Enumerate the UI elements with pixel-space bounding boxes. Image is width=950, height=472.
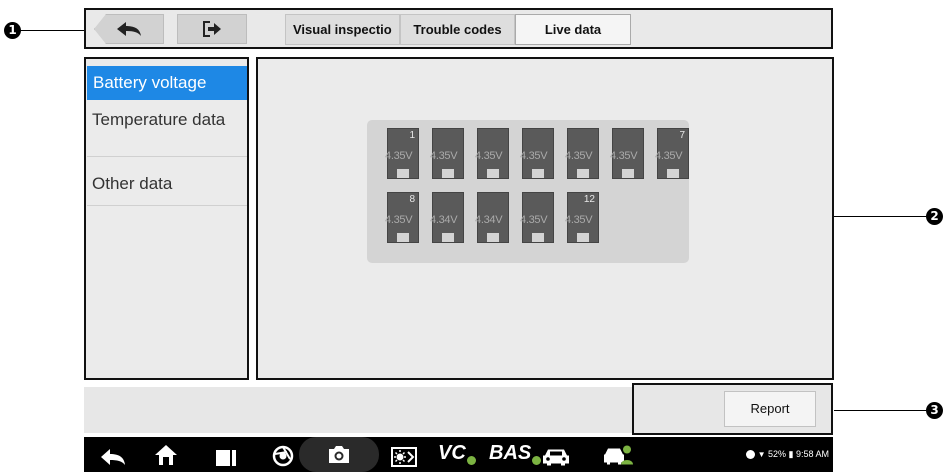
bluetooth-status-icon [746, 450, 756, 460]
battery-cell-grid: 1 4.35V 4.35V 4.35V 4.35V 4.35V 4.35V 7 4.… [367, 120, 689, 263]
cell-notch [577, 233, 589, 242]
sidebar-item-battery-voltage[interactable]: Battery voltage [87, 66, 247, 100]
cell-voltage: 4.35V [430, 150, 458, 162]
recents-icon[interactable] [215, 446, 237, 470]
sidebar-divider [87, 156, 247, 157]
cell-notch [487, 169, 499, 178]
cell-voltage: 4.35V [475, 150, 503, 162]
bas-label: BAS [489, 442, 532, 464]
battery-cell: 4.35V [475, 128, 509, 179]
cell-notch [397, 169, 409, 178]
cell-notch [622, 169, 634, 178]
vci-icon[interactable]: VC [438, 442, 476, 465]
cell-voltage: 4.35V [520, 214, 548, 226]
mechanic-icon[interactable] [603, 443, 633, 467]
back-button[interactable] [94, 14, 164, 44]
brightness-icon[interactable] [391, 445, 417, 469]
cell-voltage: 4.35V [565, 150, 593, 162]
report-button[interactable]: Report [724, 391, 816, 427]
browser-icon[interactable] [272, 444, 294, 468]
cell-voltage: 4.35V [385, 214, 413, 226]
sidebar-divider [87, 205, 247, 206]
cell-notch [442, 233, 454, 242]
tab-trouble-codes[interactable]: Trouble codes [400, 14, 515, 45]
car-icon[interactable] [542, 445, 570, 469]
camera-button[interactable] [299, 437, 379, 472]
home-icon[interactable] [154, 443, 178, 467]
tab-live-data[interactable]: Live data [515, 14, 631, 45]
back-arrow-icon [117, 22, 141, 36]
battery-cell: 4.34V [430, 192, 464, 243]
wifi-icon: ▼ [757, 450, 766, 459]
sidebar-item-temperature-data[interactable]: Temperature data [86, 109, 236, 130]
cell-notch [532, 233, 544, 242]
cell-number: 8 [409, 194, 415, 205]
screen: 1 2 3 Visual inspectio Trouble codes Liv… [0, 0, 950, 472]
sidebar: Battery voltage Temperature data Other d… [84, 57, 249, 380]
battery-cell: 7 4.35V [655, 128, 689, 179]
battery-cell: 12 4.35V [565, 192, 599, 243]
cell-number: 1 [409, 130, 415, 141]
tab-bar: Visual inspectio Trouble codes Live data [285, 14, 631, 45]
battery-cell: 8 4.35V [385, 192, 419, 243]
cell-voltage: 4.35V [655, 150, 683, 162]
status-text: 52% ▮ 9:58 AM [768, 449, 829, 459]
cell-voltage: 4.35V [610, 150, 638, 162]
battery-cell: 4.35V [430, 128, 464, 179]
bluetooth-dot [532, 456, 542, 465]
cell-voltage: 4.35V [385, 150, 413, 162]
cell-notch [532, 169, 544, 178]
battery-cell: 4.35V [520, 192, 554, 243]
callout-3-line [834, 410, 926, 411]
callout-2-line [834, 216, 926, 217]
battery-cell: 4.34V [475, 192, 509, 243]
tab-visual-inspection[interactable]: Visual inspectio [285, 14, 400, 45]
cell-notch [442, 169, 454, 178]
back-icon[interactable] [100, 445, 126, 469]
cell-notch [577, 169, 589, 178]
bas-icon[interactable]: BAS [489, 442, 542, 465]
callout-1: 1 [4, 22, 21, 39]
status-area: ▼ 52% ▮ 9:58 AM [746, 449, 829, 460]
cell-number: 7 [679, 130, 685, 141]
cell-number: 12 [583, 194, 595, 205]
cell-voltage: 4.34V [475, 214, 503, 226]
sidebar-item-other-data[interactable]: Other data [86, 173, 247, 195]
report-area: Report [632, 383, 833, 435]
top-toolbar: Visual inspectio Trouble codes Live data [84, 8, 833, 49]
cell-notch [397, 233, 409, 242]
live-data-panel: 1 4.35V 4.35V 4.35V 4.35V 4.35V 4.35V 7 4.… [256, 57, 834, 380]
camera-icon [329, 446, 349, 463]
callout-3: 3 [926, 402, 943, 419]
cell-voltage: 4.34V [430, 214, 458, 226]
battery-cell: 4.35V [520, 128, 554, 179]
system-navbar: VC BAS ▼ 52% ▮ 9:58 AM [84, 437, 833, 472]
cell-voltage: 4.35V [520, 150, 548, 162]
battery-cell: 4.35V [610, 128, 644, 179]
vci-label: VC [438, 442, 466, 464]
callout-1-line [20, 30, 84, 31]
exit-icon [203, 21, 221, 37]
cell-notch [487, 233, 499, 242]
battery-cell: 4.35V [565, 128, 599, 179]
callout-2: 2 [926, 208, 943, 225]
cell-voltage: 4.35V [565, 214, 593, 226]
bluetooth-dot [466, 456, 476, 465]
battery-cell: 1 4.35V [385, 128, 419, 179]
cell-notch [667, 169, 679, 178]
exit-button[interactable] [177, 14, 247, 44]
